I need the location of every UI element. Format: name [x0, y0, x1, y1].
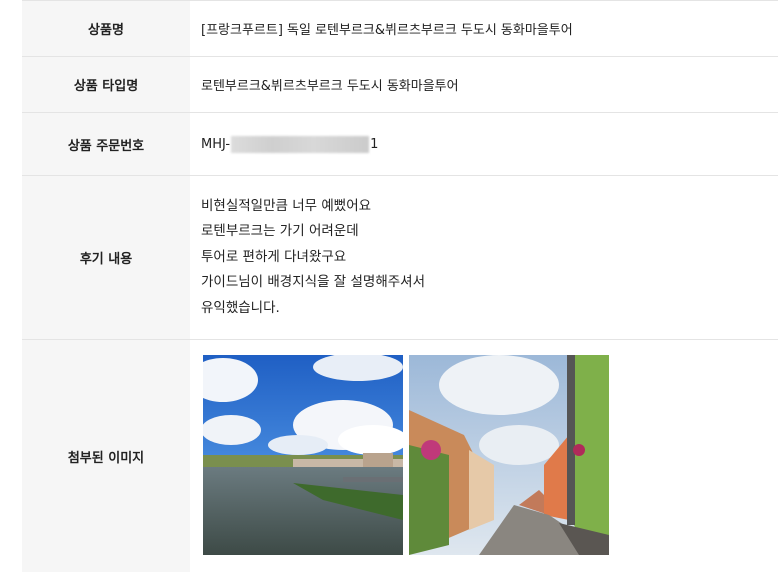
product-type-row: 상품 타입명 로텐부르크&뷔르츠부르크 두도시 동화마을투어: [22, 57, 778, 113]
review-detail-table: 상품명 [프랑크푸르트] 독일 로텐부르크&뷔르츠부르크 두도시 동화마을투어 …: [22, 0, 778, 572]
product-name-row: 상품명 [프랑크푸르트] 독일 로텐부르크&뷔르츠부르크 두도시 동화마을투어: [22, 0, 778, 57]
product-name-label: 상품명: [22, 1, 190, 56]
review-content-text: 비현실적일만큼 너무 예뻤어요 로텐부르크는 가기 어려운데 투어로 편하게 다…: [190, 176, 778, 339]
order-number-value: MHJ- 1: [190, 113, 778, 175]
review-line: 유익했습니다.: [201, 299, 280, 316]
attached-images-label: 첨부된 이미지: [22, 340, 190, 572]
review-line: 가이드님이 배경지식을 잘 설명해주셔서: [201, 274, 426, 291]
order-number-prefix: MHJ-: [201, 136, 231, 152]
old-town-street-photo[interactable]: [409, 355, 609, 555]
order-number-row: 상품 주문번호 MHJ- 1: [22, 113, 778, 176]
attached-images-gallery: [190, 340, 778, 572]
order-number-suffix: 1: [370, 136, 379, 152]
product-type-label: 상품 타입명: [22, 57, 190, 112]
redacted-order-number: [231, 135, 370, 153]
review-line: 로텐부르크는 가기 어려운데: [201, 223, 359, 240]
review-content-row: 후기 내용 비현실적일만큼 너무 예뻤어요 로텐부르크는 가기 어려운데 투어로…: [22, 176, 778, 340]
review-content-label: 후기 내용: [22, 176, 190, 339]
product-name-value: [프랑크푸르트] 독일 로텐부르크&뷔르츠부르크 두도시 동화마을투어: [201, 23, 573, 38]
attached-images-row: 첨부된 이미지: [22, 340, 778, 572]
order-number-label: 상품 주문번호: [22, 113, 190, 175]
product-type-value: 로텐부르크&뷔르츠부르크 두도시 동화마을투어: [201, 79, 459, 94]
review-line: 비현실적일만큼 너무 예뻤어요: [201, 197, 372, 214]
review-line: 투어로 편하게 다녀왔구요: [201, 248, 347, 265]
river-landscape-photo[interactable]: [203, 355, 403, 555]
